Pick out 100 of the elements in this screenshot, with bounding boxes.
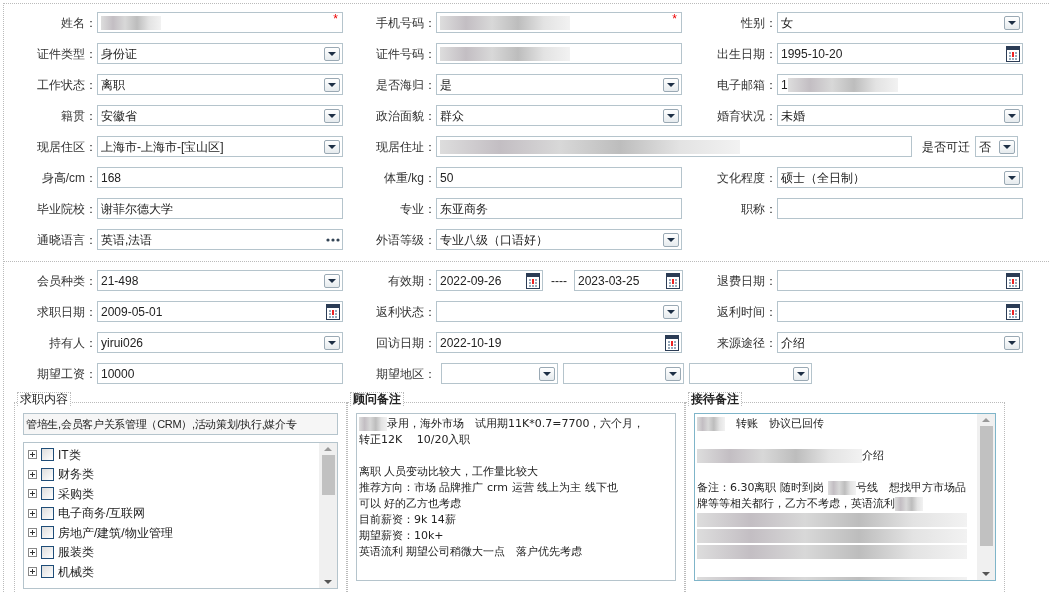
calendar-icon (1006, 45, 1020, 62)
tree-item-label[interactable]: IT类 (58, 445, 81, 464)
notes-field[interactable]: 录用，海外市场 试用期11K*0.7=7700，六个月， 转正12K 10/20入职 离职 人员变动比较大，工作量比较大 推荐方向：市场 品牌推广 crm 运营 线上为主 线下也 可以 好的乙方也考虑 目前薪资：9k 14薪 期望薪资：10k+ 英语流利 期望公司稍微大一点 落户优先考虑 (356, 413, 676, 581)
text-field[interactable]: * (436, 12, 682, 33)
field-label: 现居住区： (36, 138, 97, 156)
field-label: 籍贯： (60, 107, 97, 125)
field-label: 外语等级： (375, 231, 436, 249)
triangle-icon (1008, 175, 1016, 180)
ellipsis-icon (326, 237, 340, 242)
dropdown-field[interactable] (441, 363, 558, 384)
checkbox[interactable] (41, 467, 54, 481)
picker-field[interactable]: 英语,法语 (97, 229, 343, 250)
text-field[interactable] (436, 136, 912, 157)
dropdown-field[interactable]: yirui026 (97, 332, 343, 353)
field-label: 工作状态： (36, 76, 97, 94)
dropdown-field[interactable]: 离职 (97, 74, 343, 95)
text-field[interactable]: 50 (436, 167, 682, 188)
tree-item-label[interactable]: 机械类 (58, 562, 94, 581)
range-separator: ---- (551, 272, 567, 290)
blurred-block (895, 497, 923, 511)
triangle-icon (1008, 113, 1016, 118)
dropdown-field[interactable]: 群众 (436, 105, 682, 126)
section-title: 求职内容 (17, 392, 71, 406)
dropdown-field[interactable]: 上海市-上海市-[宝山区] (97, 136, 343, 157)
expand-icon (28, 567, 37, 577)
field-label: 手机号码： (375, 14, 436, 32)
scroll-thumb[interactable] (979, 426, 993, 546)
blurred-block (827, 481, 856, 495)
field-label: 性别： (740, 14, 777, 32)
date-field[interactable]: 2022-09-26 (436, 270, 543, 291)
text-field[interactable]: 谢菲尔德大学 (97, 198, 343, 219)
checkbox[interactable] (41, 506, 54, 520)
checkbox[interactable] (41, 565, 54, 579)
field-label: 期望地区： (375, 365, 436, 383)
scrollbar[interactable] (977, 414, 995, 580)
tree-item-label[interactable]: 电子商务/互联网 (58, 504, 146, 523)
field-label: 是否海归： (375, 76, 436, 94)
triangle-icon (797, 371, 805, 376)
field-label: 返利状态： (375, 303, 436, 321)
tree-item-label[interactable]: 采购类 (58, 484, 94, 503)
dropdown-field[interactable]: 介绍 (777, 332, 1023, 353)
text-field[interactable]: 东亚商务 (436, 198, 682, 219)
dropdown-field[interactable]: 女 (777, 12, 1023, 33)
scrollbar[interactable] (319, 443, 337, 588)
date-field[interactable] (777, 301, 1023, 322)
tree-item-label[interactable]: 服装类 (58, 543, 94, 562)
section-title: 顾问备注 (350, 392, 404, 406)
dropdown-field[interactable] (436, 301, 682, 322)
text-field[interactable]: 168 (97, 167, 343, 188)
text-field[interactable]: * (97, 12, 343, 33)
up-arrow-icon (324, 447, 332, 451)
checkbox[interactable] (41, 545, 54, 559)
date-field[interactable]: 2022-10-19 (436, 332, 682, 353)
triangle-icon (667, 82, 675, 87)
section-title: 接待备注 (688, 392, 742, 406)
expand-icon (28, 508, 37, 518)
dropdown-field[interactable]: 否 (975, 136, 1018, 157)
dropdown-field[interactable]: 身份证 (97, 43, 343, 64)
date-field[interactable]: 2009-05-01 (97, 301, 343, 322)
field-label: 文化程度： (716, 169, 777, 187)
triangle-icon (328, 278, 336, 283)
required-mark: * (333, 13, 338, 25)
dropdown-field[interactable] (689, 363, 812, 384)
text-field[interactable]: 管培生,会员客户关系管理（CRM）,活动策划/执行,媒介专 (23, 413, 338, 435)
field-label: 毕业院校： (36, 200, 97, 218)
tree-item-label[interactable]: 房地产/建筑/物业管理 (58, 523, 173, 542)
field-label: 身高/cm： (40, 169, 97, 187)
calendar-icon (1006, 272, 1020, 289)
notes-field[interactable]: 转账 协议已回传 介绍 备注：6.30离职 随时到岗 号线 想找甲方市场品 牌等等相关都行，乙方不考虑，英语流利 (694, 413, 996, 581)
tree-item-label[interactable]: 财务类 (58, 465, 94, 484)
field-label: 婚育状况： (716, 107, 777, 125)
date-field[interactable]: 2023-03-25 (574, 270, 683, 291)
scroll-thumb[interactable] (321, 455, 335, 495)
checkbox[interactable] (41, 526, 54, 540)
required-mark: * (672, 13, 677, 25)
checkbox[interactable] (41, 448, 54, 462)
dropdown-field[interactable] (563, 363, 684, 384)
date-field[interactable]: 1995-10-20 (777, 43, 1023, 64)
dropdown-field[interactable]: 硕士（全日制） (777, 167, 1023, 188)
checkbox[interactable] (41, 487, 54, 501)
dropdown-field[interactable]: 专业八级（口语好） (436, 229, 682, 250)
triangle-icon (328, 340, 336, 345)
dropdown-field[interactable]: 是 (436, 74, 682, 95)
field-label: 持有人： (48, 334, 97, 352)
field-label: 回访日期： (375, 334, 436, 352)
field-label: 出生日期： (716, 45, 777, 63)
calendar-icon (526, 272, 540, 289)
dropdown-field[interactable]: 21-498 (97, 270, 343, 291)
text-field[interactable]: 1 (777, 74, 1023, 95)
dropdown-field[interactable]: 安徽省 (97, 105, 343, 126)
dropdown-field[interactable]: 未婚 (777, 105, 1023, 126)
text-field[interactable] (436, 43, 682, 64)
field-label: 来源途径： (716, 334, 777, 352)
text-field[interactable]: 10000 (97, 363, 343, 384)
up-arrow-icon (982, 418, 990, 422)
triangle-icon (543, 371, 551, 376)
field-label: 现居住址： (375, 138, 436, 156)
date-field[interactable] (777, 270, 1023, 291)
down-arrow-icon (324, 580, 332, 584)
text-field[interactable] (777, 198, 1023, 219)
